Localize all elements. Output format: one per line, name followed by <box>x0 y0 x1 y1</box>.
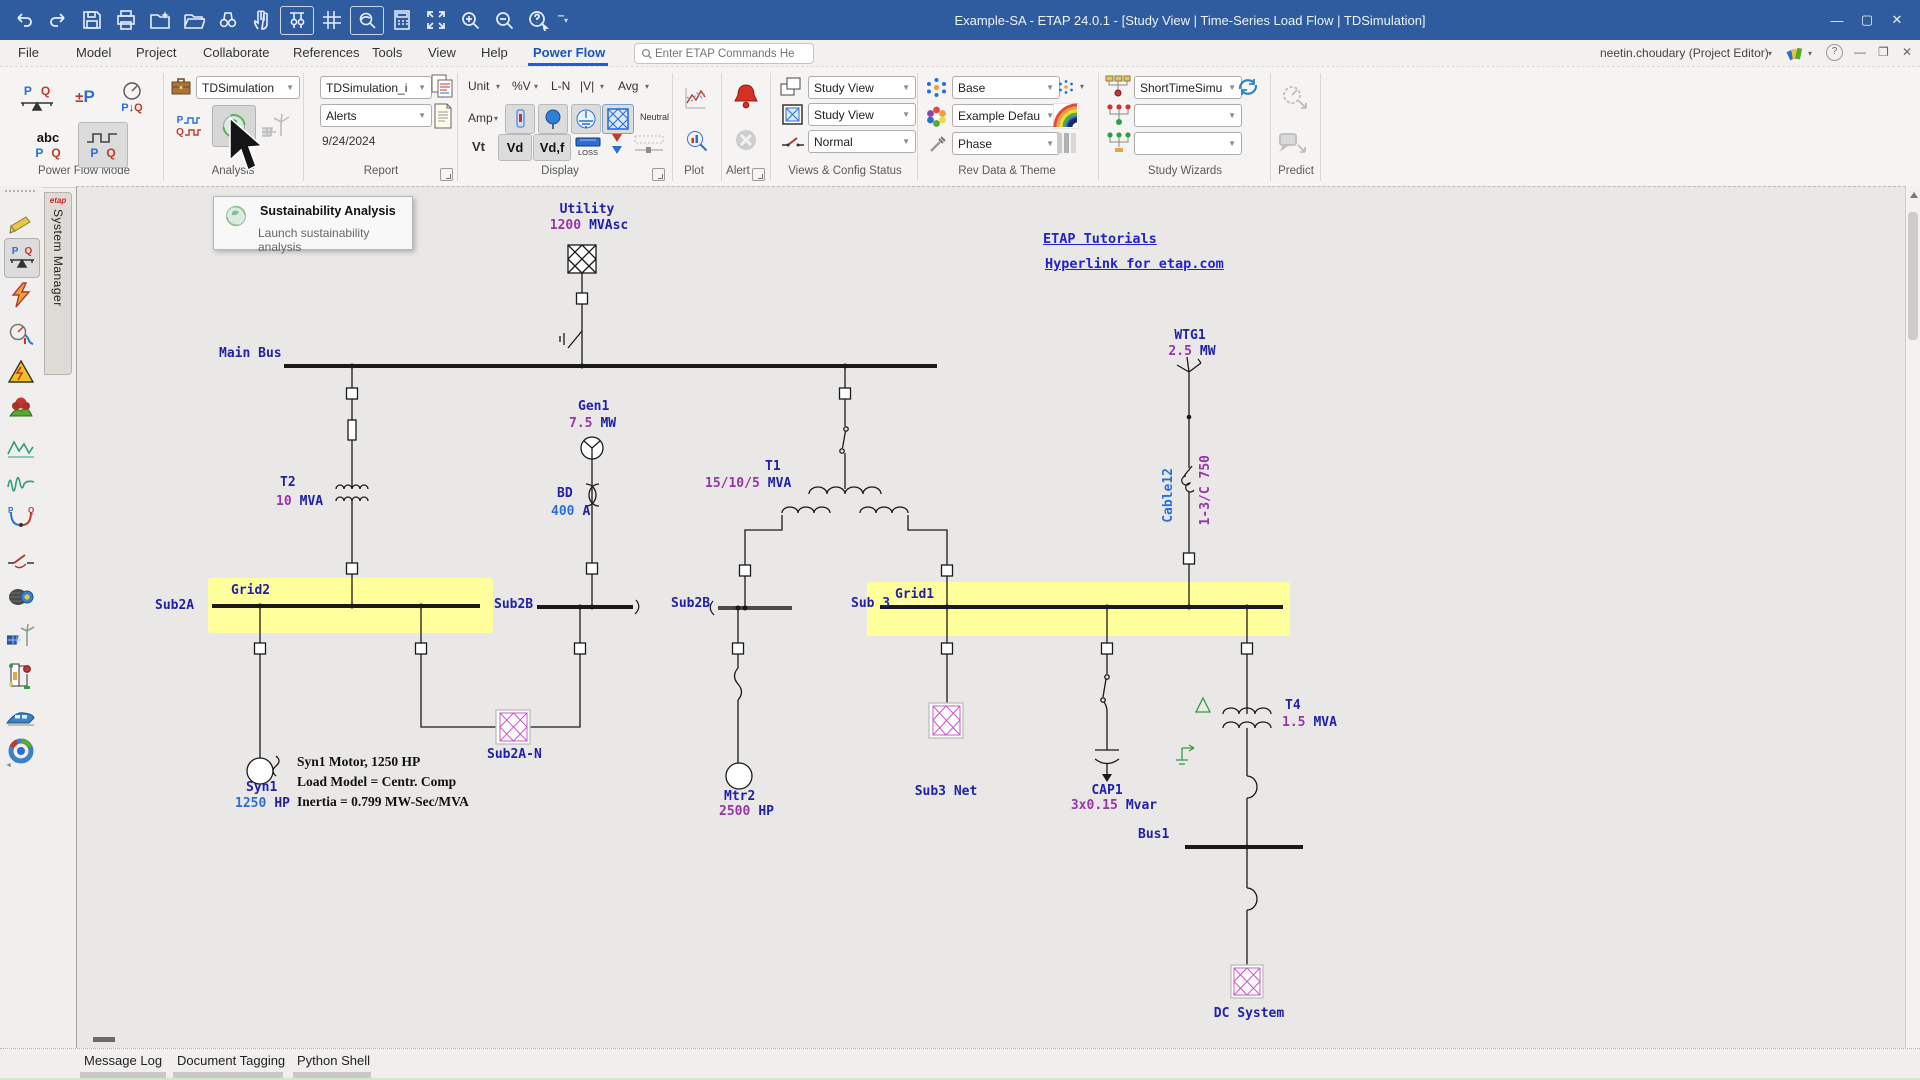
sub2b-left-label[interactable]: Sub2B <box>494 597 533 612</box>
t2-transformer-symbol[interactable] <box>336 364 368 607</box>
syn1-label[interactable]: Syn1 <box>246 780 277 795</box>
sub2b-mid-bus[interactable] <box>710 601 792 615</box>
sub3-net-label[interactable]: Sub3 Net <box>915 784 978 799</box>
t1-rating: 15/10/5MVA <box>705 476 791 491</box>
sustainability-tooltip: Sustainability Analysis Launch sustainab… <box>213 196 413 250</box>
grid1-bus[interactable] <box>880 605 1283 610</box>
t4-transformer-symbol[interactable] <box>1176 607 1271 847</box>
bus1-label[interactable]: Bus1 <box>1138 827 1169 842</box>
grid1-label[interactable]: Grid1 <box>895 587 934 602</box>
bd-rating: 400A <box>551 504 590 519</box>
t4-label[interactable]: T4 <box>1285 698 1301 713</box>
sub3-label[interactable]: Sub 3 <box>851 596 890 611</box>
gen1-rating: 7.5MW <box>569 416 616 431</box>
utility-symbol[interactable] <box>560 245 596 369</box>
utility-label[interactable]: Utility <box>560 202 615 217</box>
wtg1-rating: 2.5MW <box>1168 344 1215 359</box>
sub2b-mid-label[interactable]: Sub2B <box>671 596 710 611</box>
bd-label[interactable]: BD <box>557 486 573 501</box>
etap-tutorials-link[interactable]: ETAP Tutorials <box>1043 231 1157 247</box>
gen1-label[interactable]: Gen1 <box>578 399 609 414</box>
bus1-bar[interactable] <box>1185 845 1303 850</box>
mtr2-symbol[interactable] <box>726 608 752 789</box>
utility-rating: 1200MVAsc <box>550 218 628 233</box>
t2-label[interactable]: T2 <box>280 475 296 490</box>
etap-hyperlink[interactable]: Hyperlink for etap.com <box>1045 256 1224 272</box>
syn1-annotation[interactable]: Syn1 Motor, 1250 HP Load Model = Centr. … <box>297 752 469 812</box>
sub2a-label[interactable]: Sub2A <box>155 598 194 613</box>
syn1-rating: 1250HP <box>235 796 290 811</box>
mouse-cursor <box>228 116 268 174</box>
t1-label[interactable]: T1 <box>765 459 781 474</box>
tooltip-title: Sustainability Analysis <box>260 204 396 218</box>
cable12-label[interactable]: Cable12 <box>1161 468 1176 523</box>
sustainability-globe-icon <box>224 204 248 228</box>
dc-system-label[interactable]: DC System <box>1214 1006 1284 1021</box>
grid2-bus[interactable] <box>212 604 480 609</box>
mtr2-rating: 2500HP <box>719 804 774 819</box>
tooltip-subtitle: Launch sustainability analysis <box>258 226 412 254</box>
etap-application-window: ▔▾ Example-SA - ETAP 24.0.1 - [Study Vie… <box>0 0 1920 1080</box>
cable12-size: 1-3/C 750 <box>1198 455 1213 525</box>
wtg1-label[interactable]: WTG1 <box>1174 328 1205 343</box>
grid2-label[interactable]: Grid2 <box>231 583 270 598</box>
sub2a-n-label[interactable]: Sub2A-N <box>487 747 542 762</box>
cap1-label[interactable]: CAP1 <box>1091 783 1122 798</box>
t4-rating: 1.5MVA <box>1282 715 1337 730</box>
one-line-diagram <box>0 0 1920 1080</box>
main-bus-label[interactable]: Main Bus <box>219 346 282 361</box>
mtr2-label[interactable]: Mtr2 <box>724 789 755 804</box>
dc-system-symbol[interactable] <box>1231 849 1263 998</box>
gen1-symbol[interactable] <box>581 437 603 610</box>
sub2b-left-bus[interactable] <box>530 600 639 727</box>
cap1-rating: 3x0.15Mvar <box>1071 798 1157 813</box>
t2-rating: 10MVA <box>276 494 323 509</box>
